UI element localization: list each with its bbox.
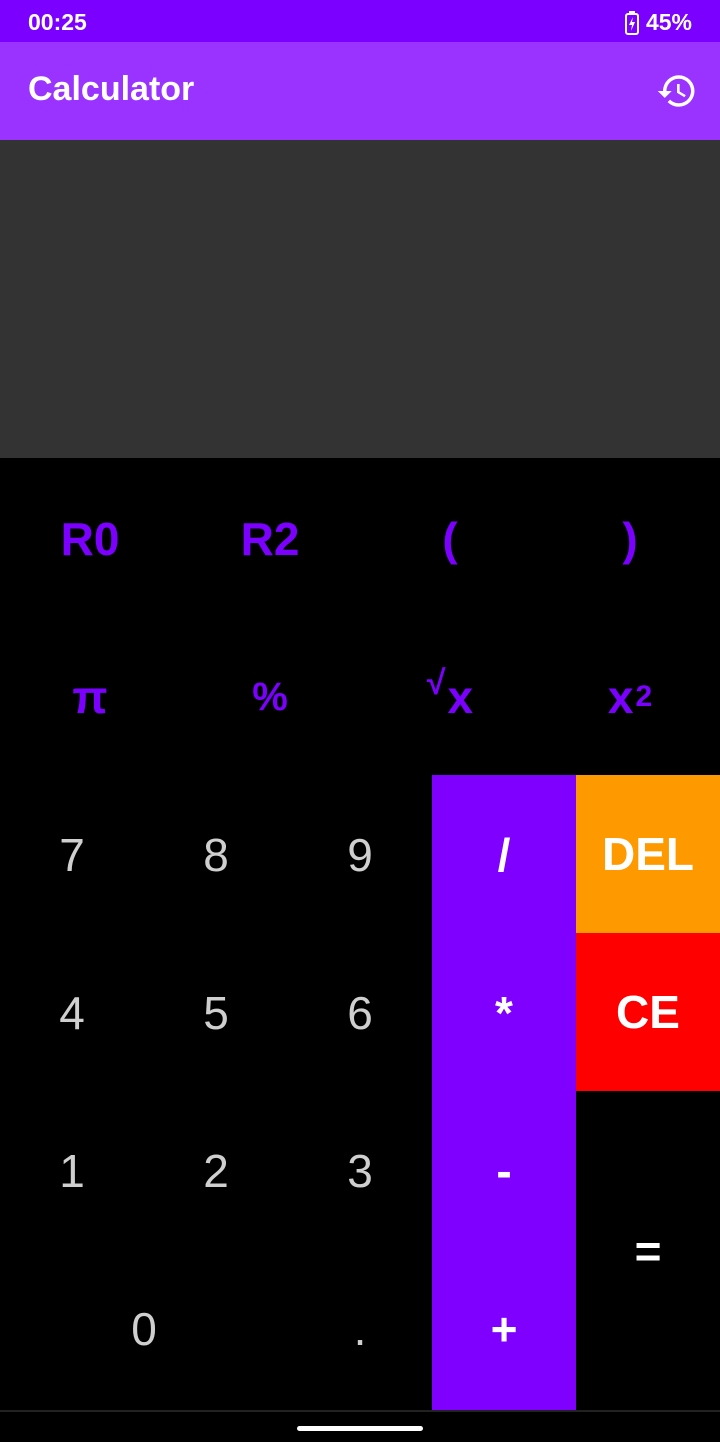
open-paren-key[interactable]: ( (360, 460, 540, 618)
sqrt-key[interactable]: √ x (360, 618, 540, 776)
sqrt-prefix: √ (426, 663, 446, 702)
status-bar: 00:25 45% (0, 0, 720, 42)
home-gesture-handle[interactable] (297, 1426, 423, 1431)
percent-key[interactable]: % (180, 618, 360, 776)
ce-key[interactable]: CE (576, 933, 720, 1091)
key-2[interactable]: 2 (144, 1092, 288, 1250)
minus-key[interactable]: - (432, 1092, 576, 1250)
history-icon (657, 75, 695, 107)
square-base: x (607, 671, 634, 723)
navigation-bar (0, 1410, 720, 1442)
key-0[interactable]: 0 (0, 1250, 288, 1408)
plus-key[interactable]: + (432, 1250, 576, 1408)
status-time: 00:25 (28, 9, 87, 35)
key-4[interactable]: 4 (0, 934, 144, 1092)
key-7[interactable]: 7 (0, 776, 144, 934)
r2-key[interactable]: R2 (180, 460, 360, 618)
square-sup: 2 (635, 680, 653, 713)
keypad: R0 R2 ( ) π % √ x x2 7 8 9 / DEL 4 5 6 * … (0, 458, 720, 1410)
key-8[interactable]: 8 (144, 776, 288, 934)
app-bar: Calculator (0, 42, 720, 140)
multiply-key[interactable]: * (432, 934, 576, 1092)
battery-percent: 45% (645, 9, 692, 35)
key-3[interactable]: 3 (288, 1092, 432, 1250)
divide-key[interactable]: / (432, 776, 576, 934)
key-6[interactable]: 6 (288, 934, 432, 1092)
equals-key[interactable]: = (576, 1092, 720, 1410)
app-title: Calculator (28, 70, 195, 108)
battery-charging-icon (624, 10, 639, 35)
pi-key[interactable]: π (0, 618, 180, 776)
history-button[interactable] (656, 70, 698, 112)
close-paren-key[interactable]: ) (540, 460, 720, 618)
status-right: 45% (624, 9, 692, 36)
del-key[interactable]: DEL (576, 775, 720, 933)
square-key[interactable]: x2 (540, 618, 720, 776)
key-5[interactable]: 5 (144, 934, 288, 1092)
dot-key[interactable]: . (288, 1250, 432, 1408)
sqrt-base: x (447, 671, 474, 723)
key-9[interactable]: 9 (288, 776, 432, 934)
r0-key[interactable]: R0 (0, 460, 180, 618)
key-1[interactable]: 1 (0, 1092, 144, 1250)
result-display (0, 140, 720, 458)
